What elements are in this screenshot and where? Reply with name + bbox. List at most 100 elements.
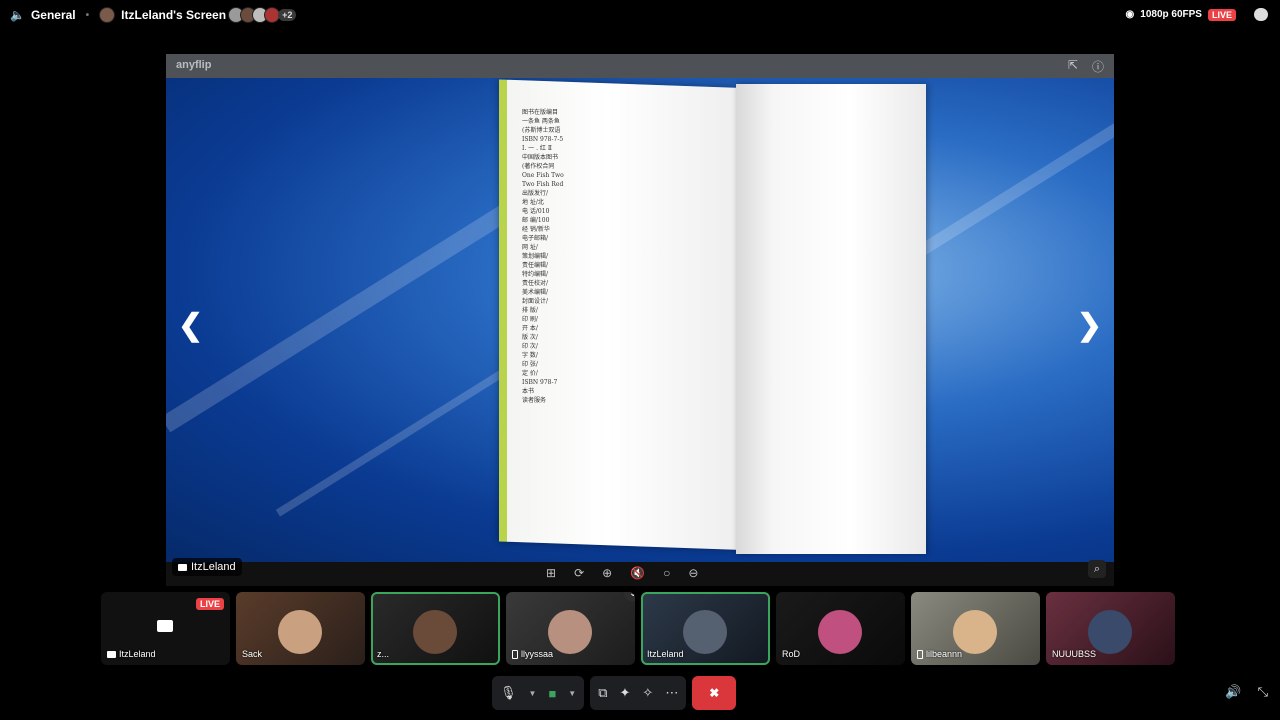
more-options-icon[interactable]: ⊖ [688,566,698,580]
more-viewers-badge: +2 [278,9,297,21]
book-right-page[interactable] [736,84,926,554]
participant-name: llyyssaa [512,649,553,659]
viewer-avatars[interactable]: +2 [228,7,297,23]
exit-fullscreen-icon[interactable]: ⤡ [1258,684,1268,700]
flipbook-viewer[interactable]: 图书在版编目 一条鱼 两条鱼 (苏斯博士双语 ISBN 978-7-5 I. 一 . 红… [166,78,1114,562]
chevron-down-icon[interactable]: ⌄ [629,592,635,599]
speaker-icon: 🔈 [10,8,25,22]
page-text-line: 印 次/ [522,343,538,350]
page-text-line: 美术编辑/ [522,289,549,296]
soundboard-icon[interactable]: ✧ [642,685,653,701]
participant-name-text: ItzLeland [119,649,156,659]
participant-tile[interactable]: RoD [776,592,905,665]
page-text-line: 策划编辑/ [522,253,549,260]
separator-dot: • [85,9,90,21]
participant-name: z... [377,649,390,659]
participant-name: ItzLeland [647,649,684,659]
page-text-line: 电 话/010 [522,208,550,215]
page-text-line: 一条鱼 两条鱼 [522,118,560,125]
streamer-avatar [99,7,116,23]
stream-info: ◉ 1080p 60FPS LIVE [1126,8,1268,21]
stream-owner-tag: ItzLeland [172,558,242,576]
thumbnails-icon[interactable]: ⊞ [546,566,556,580]
page-text-line: One Fish Two [522,172,564,179]
anyflip-logo[interactable]: anyflip [176,59,211,71]
activities-icon[interactable]: ✦ [620,685,631,701]
page-text-line: 出版发行/ [522,190,549,197]
chevron-down-icon[interactable]: ▼ [568,689,576,698]
page-text-line: 本书 [522,388,535,395]
participant-video [278,610,322,654]
zoom-in-icon[interactable]: ⊕ [602,566,612,580]
page-text-line: (苏斯博士双语 [522,127,561,134]
activity-controls: ⧉ ✦ ✧ ⋯ [590,676,687,710]
tile-options[interactable]: ⌄👥 [624,592,635,601]
chat-icon[interactable] [1254,8,1268,21]
page-text-line: 网 址/ [522,244,538,251]
share-icon[interactable]: ⇱ [1068,58,1078,75]
page-text-line: 电子邮箱/ [522,235,549,242]
participant-name-text: llyyssaa [521,649,554,659]
page-text-line: 中国版本图书 [522,154,559,161]
page-text-line: ISBN 978-7-5 [522,136,564,143]
autoflip-icon[interactable]: ⟳ [574,566,584,580]
participant-tile[interactable]: NUUUBSS [1046,592,1175,665]
stream-stage[interactable]: anyflip ⇱ ⓘ 图书在版编目 一条鱼 两条鱼 (苏斯博士双语 ISBN 978… [166,54,1114,586]
participant-name: ItzLeland [107,649,156,659]
previous-page-button[interactable]: ❮ [178,308,203,343]
page-text-line: 责任校对/ [522,280,549,287]
page-text-line: 定 价/ [522,370,538,377]
channel-name[interactable]: General [31,8,76,22]
page-text-line: I. 一 . 红 Ⅱ [522,145,552,152]
page-text-line: 地 址/北 [522,199,544,206]
page-text-line: 开 本/ [522,325,538,332]
next-page-button[interactable]: ❯ [1077,308,1102,343]
participant-tile[interactable]: LIVE ItzLeland [101,592,230,665]
page-text-line: 读者服务 [522,397,547,404]
page-text-line: 排 版/ [522,307,538,314]
volume-icon[interactable]: 🔊 [1225,684,1241,700]
page-text-line: ISBN 978-7 [522,379,558,386]
participant-video [1088,610,1132,654]
help-icon[interactable]: ⓘ [1092,58,1104,75]
participant-tile[interactable]: llyyssaa ⌄👥 [506,592,635,665]
camera-icon[interactable]: ■ [548,686,556,701]
owner-name: ItzLeland [191,561,236,573]
top-bar: 🔈 General • ItzLeland's Screen +2 ◉ 1080… [0,0,1280,32]
call-controls: 🎙 ▼ ■ ▼ ⧉ ✦ ✧ ⋯ ✖ [492,676,737,710]
quality-label: 1080p 60FPS [1140,9,1202,20]
participant-tile[interactable]: lilbeannn [911,592,1040,665]
page-text-line: 印 刷/ [522,316,538,323]
page-text-line: 印 张/ [522,361,538,368]
participant-tile-speaking[interactable]: z... [371,592,500,665]
participant-name: Sack [242,649,263,659]
more-icon[interactable]: ⋯ [665,685,678,701]
page-text-line: 责任编辑/ [522,262,549,269]
search-icon[interactable]: ○ [663,566,670,580]
tile-live-badge: LIVE [195,598,224,610]
participant-name-text: lilbeannn [926,649,963,659]
sound-off-icon[interactable]: 🔇 [630,566,645,580]
disconnect-button[interactable]: ✖ [692,676,737,710]
page-text-line: 字 数/ [522,352,538,359]
participant-name: NUUUBSS [1052,649,1097,659]
microphone-icon[interactable]: 🎙 [500,685,517,701]
page-text-line: 特约编辑/ [522,271,549,278]
participant-tile-speaking[interactable]: ItzLeland [641,592,770,665]
channel-header: 🔈 General • ItzLeland's Screen +2 [10,7,297,23]
page-text-line: 图书在版编目 [522,109,559,116]
eye-icon: ◉ [1125,9,1135,20]
page-text-line: 经 销/新华 [522,226,550,233]
bottom-right-controls: 🔊 ⤡ [1225,684,1268,700]
chevron-down-icon[interactable]: ▼ [529,689,537,698]
page-text-line: Two Fish Red [522,181,564,188]
participant-tile[interactable]: Sack [236,592,365,665]
participant-name: lilbeannn [917,649,962,659]
flipbook-toolbar: ⊞ ⟳ ⊕ 🔇 ○ ⊖ [546,566,698,580]
screen-share-icon [157,620,173,632]
participant-video [818,610,862,654]
page-text-line: (著作权合同 [522,163,555,170]
magnify-icon[interactable]: ⌕ [1088,560,1106,578]
phone-icon [512,649,518,659]
share-screen-icon[interactable]: ⧉ [598,685,607,701]
